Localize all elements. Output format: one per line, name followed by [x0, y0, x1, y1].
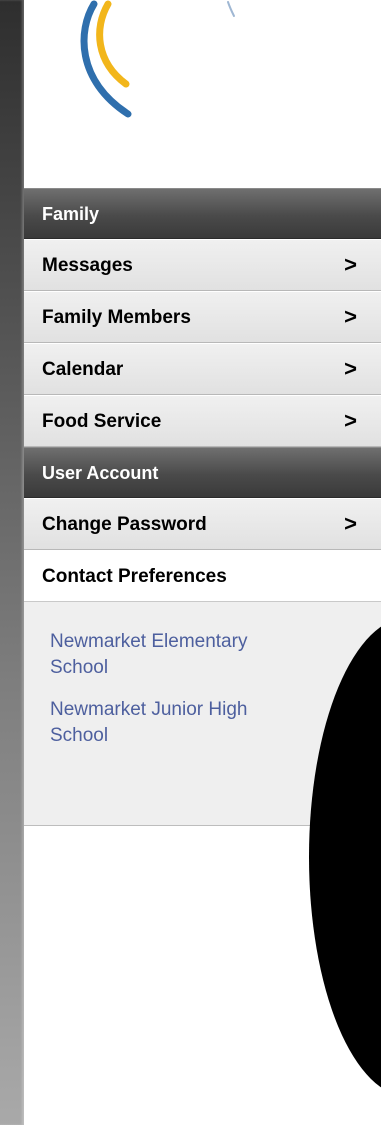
menu-item-label: Food Service — [42, 411, 162, 432]
menu-item-label: Calendar — [42, 359, 124, 380]
chevron-right-icon: > — [344, 252, 357, 277]
menu-item-label: Messages — [42, 255, 133, 276]
menu-item-messages[interactable]: Messages > — [24, 239, 381, 291]
menu-item-family-members[interactable]: Family Members > — [24, 291, 381, 343]
menu-item-label: Family Members — [42, 307, 191, 328]
swoosh-logo-icon — [80, 0, 235, 118]
menu-item-food-service[interactable]: Food Service > — [24, 395, 381, 447]
chevron-right-icon: > — [344, 511, 357, 536]
menu-item-calendar[interactable]: Calendar > — [24, 343, 381, 395]
school-link-junior-high[interactable]: Newmarket Junior High School — [50, 697, 300, 749]
section-header-user-account: User Account — [24, 447, 381, 498]
chevron-right-icon: > — [344, 304, 357, 329]
section-header-family: Family — [24, 188, 381, 239]
page: Family Messages > Family Members > Calen… — [0, 0, 381, 1125]
chevron-right-icon: > — [344, 408, 357, 433]
chevron-right-icon: > — [344, 356, 357, 381]
menu-item-label: Change Password — [42, 514, 207, 535]
logo — [24, 0, 381, 188]
left-rail — [0, 0, 24, 1125]
school-link-elementary[interactable]: Newmarket Elementary School — [50, 629, 300, 681]
menu-item-change-password[interactable]: Change Password > — [24, 498, 381, 550]
menu-item-label: Contact Preferences — [42, 566, 227, 587]
menu-item-contact-preferences[interactable]: Contact Preferences — [24, 550, 381, 602]
